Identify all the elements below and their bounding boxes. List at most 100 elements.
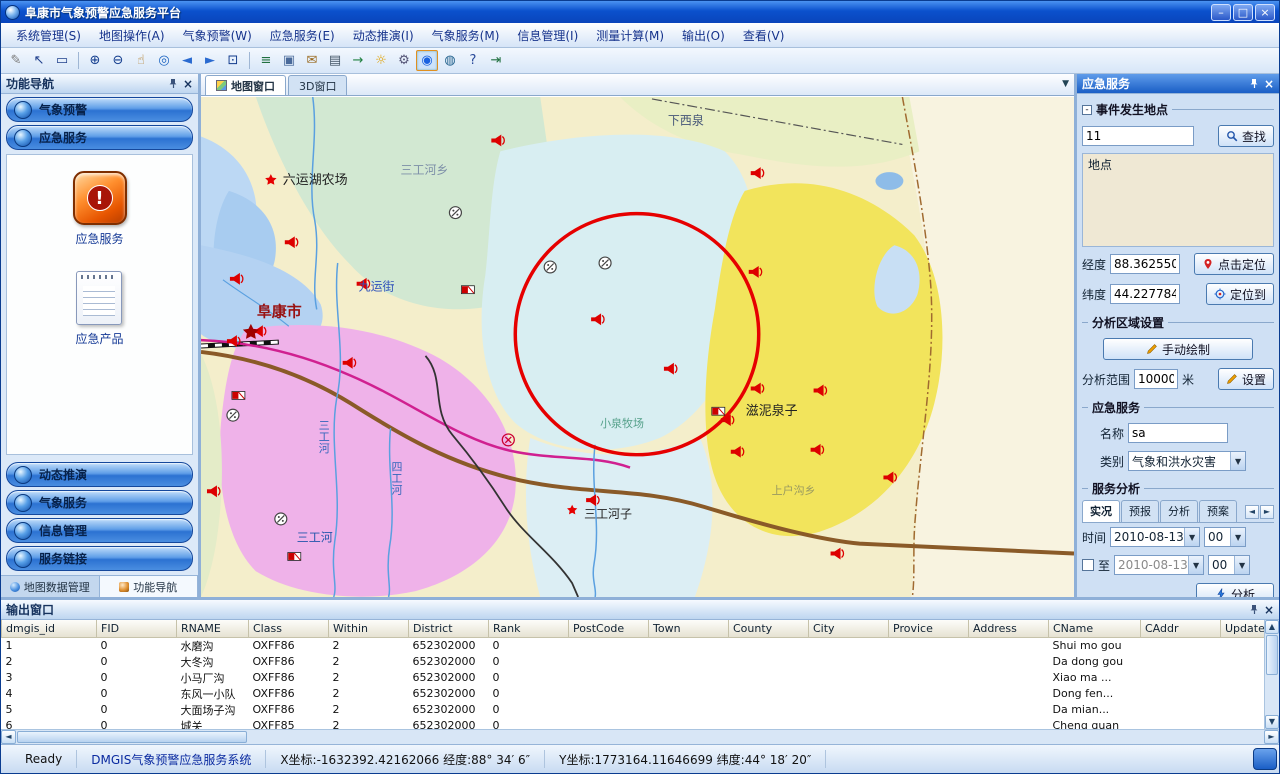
set-range-button[interactable]: 设置	[1218, 368, 1274, 390]
pin-icon[interactable]	[168, 78, 179, 89]
next-view-icon[interactable]: ►	[199, 50, 221, 71]
zoom-in-icon[interactable]: ⊕	[84, 50, 106, 71]
arrow-left-icon[interactable]: ◄	[1, 730, 16, 744]
menu-item[interactable]: 测量计算(M)	[587, 23, 673, 48]
restore-button[interactable]: □	[1233, 4, 1253, 21]
chevron-down-icon[interactable]: ▼	[1062, 79, 1069, 89]
service-analysis-tab[interactable]: 分析	[1160, 500, 1198, 522]
arrow-right-icon[interactable]: ►	[1264, 730, 1279, 744]
nav-button[interactable]: 服务链接	[6, 546, 193, 571]
image-export-icon[interactable]: ▣	[278, 50, 300, 71]
click-locate-button[interactable]: 点击定位	[1194, 253, 1274, 275]
column-header[interactable]: Class	[249, 620, 329, 637]
menu-item[interactable]: 动态推演(I)	[344, 23, 423, 48]
collapse-icon[interactable]: -	[1082, 105, 1092, 115]
column-header[interactable]: County	[729, 620, 809, 637]
arrow-up-icon[interactable]: ▲	[1265, 620, 1279, 634]
arrow-down-icon[interactable]: ▼	[1265, 715, 1279, 729]
locate-to-button[interactable]: 定位到	[1206, 283, 1274, 305]
scroll-left-icon[interactable]: ◄	[1245, 505, 1259, 519]
nav-button[interactable]: 气象预警	[6, 97, 193, 122]
table-row[interactable]: 20大冬沟OXFF8626523020000Da dong gou	[2, 654, 1265, 670]
menu-item[interactable]: 系统管理(S)	[7, 23, 90, 48]
nav-button[interactable]: 气象服务	[6, 490, 193, 515]
chevron-down-icon[interactable]: ▼	[1188, 556, 1203, 574]
start-date-select[interactable]: 2010-08-13 ▼	[1110, 527, 1200, 547]
table-row[interactable]: 40东风一小队OXFF8626523020000Dong fen...	[2, 686, 1265, 702]
mail-icon[interactable]: ✉	[301, 50, 323, 71]
nav-button[interactable]: 应急服务	[6, 125, 193, 150]
service-analysis-tab[interactable]: 预案	[1199, 500, 1237, 522]
scrollbar-thumb[interactable]	[17, 731, 247, 743]
column-header[interactable]: Provice	[889, 620, 969, 637]
end-date-select[interactable]: 2010-08-13 ▼	[1114, 555, 1204, 575]
table-row[interactable]: 50大面场子沟OXFF8626523020000Da mian...	[2, 702, 1265, 718]
menu-item[interactable]: 查看(V)	[734, 23, 794, 48]
table-row[interactable]: 10水磨沟OXFF8626523020000Shui mo gou	[2, 637, 1265, 654]
pin-icon[interactable]	[1249, 604, 1260, 615]
column-header[interactable]: City	[809, 620, 889, 637]
latitude-input[interactable]	[1110, 284, 1180, 304]
column-header[interactable]: RNAME	[177, 620, 249, 637]
menu-item[interactable]: 输出(O)	[673, 23, 734, 48]
column-header[interactable]: FID	[97, 620, 177, 637]
close-icon[interactable]: ×	[1264, 604, 1274, 616]
select-feature-icon[interactable]: ↖	[28, 50, 50, 71]
settings-icon[interactable]: ⚙	[393, 50, 415, 71]
minimize-button[interactable]: –	[1211, 4, 1231, 21]
print-icon[interactable]: ▤	[324, 50, 346, 71]
table-row[interactable]: 60城关OXFF8526523020000Cheng guan	[2, 718, 1265, 730]
nav-button[interactable]: 动态推演	[6, 462, 193, 487]
table-row[interactable]: 30小马厂沟OXFF8626523020000Xiao ma ...	[2, 670, 1265, 686]
column-header[interactable]: Town	[649, 620, 729, 637]
end-hour-select[interactable]: 00 ▼	[1208, 555, 1250, 575]
chevron-down-icon[interactable]: ▼	[1234, 556, 1249, 574]
location-search-input[interactable]	[1082, 126, 1194, 146]
column-header[interactable]: PostCode	[569, 620, 649, 637]
longitude-input[interactable]	[1110, 254, 1180, 274]
layers-icon[interactable]: ≡	[255, 50, 277, 71]
column-header[interactable]: CAddr	[1141, 620, 1221, 637]
emergency-service-icon[interactable]: !	[73, 171, 127, 225]
close-icon[interactable]: ×	[183, 78, 193, 90]
column-header[interactable]: Address	[969, 620, 1049, 637]
network-service-icon[interactable]: ◉	[416, 50, 438, 71]
manual-draw-button[interactable]: 手动绘制	[1103, 338, 1253, 360]
column-header[interactable]: District	[409, 620, 489, 637]
menu-item[interactable]: 信息管理(I)	[508, 23, 587, 48]
chevron-down-icon[interactable]: ▼	[1230, 452, 1245, 470]
menu-item[interactable]: 地图操作(A)	[90, 23, 174, 48]
menu-item[interactable]: 气象服务(M)	[423, 23, 509, 48]
shortcut-emergency-service[interactable]: ! 应急服务	[73, 171, 127, 247]
tab-function-nav[interactable]: 功能导航	[100, 576, 199, 597]
column-header[interactable]: dmgis_id	[2, 620, 97, 637]
edit-icon[interactable]: ✎	[5, 50, 27, 71]
scrollbar-thumb[interactable]	[1266, 635, 1278, 675]
scroll-right-icon[interactable]: ►	[1260, 505, 1274, 519]
chevron-down-icon[interactable]: ▼	[1184, 528, 1199, 546]
column-header[interactable]: Rank	[489, 620, 569, 637]
analysis-range-input[interactable]	[1134, 369, 1178, 389]
help-icon[interactable]: ?	[462, 50, 484, 71]
pointer-icon[interactable]: →	[347, 50, 369, 71]
service-analysis-tab[interactable]: 预报	[1121, 500, 1159, 522]
column-header[interactable]: Update	[1221, 620, 1265, 637]
close-button[interactable]: ×	[1255, 4, 1275, 21]
service-name-input[interactable]	[1128, 423, 1228, 443]
menu-item[interactable]: 气象预警(W)	[174, 23, 261, 48]
start-hour-select[interactable]: 00 ▼	[1204, 527, 1246, 547]
column-header[interactable]: CName	[1049, 620, 1141, 637]
close-icon[interactable]: ×	[1264, 78, 1274, 90]
service-type-select[interactable]: 气象和洪水灾害 ▼	[1128, 451, 1246, 471]
analyze-button[interactable]: 分析	[1196, 583, 1274, 597]
service-analysis-tab[interactable]: 实况	[1082, 500, 1120, 522]
place-list[interactable]	[1088, 173, 1268, 243]
zoom-out-icon[interactable]: ⊖	[107, 50, 129, 71]
full-extent-icon[interactable]: ◎	[153, 50, 175, 71]
output-vertical-scrollbar[interactable]: ▲ ▼	[1264, 620, 1279, 729]
to-checkbox[interactable]	[1082, 559, 1094, 571]
menu-item[interactable]: 应急服务(E)	[261, 23, 344, 48]
notepad-icon[interactable]	[76, 271, 122, 325]
tab-map-window[interactable]: 地图窗口	[205, 75, 286, 95]
visibility-icon[interactable]: ◍	[439, 50, 461, 71]
